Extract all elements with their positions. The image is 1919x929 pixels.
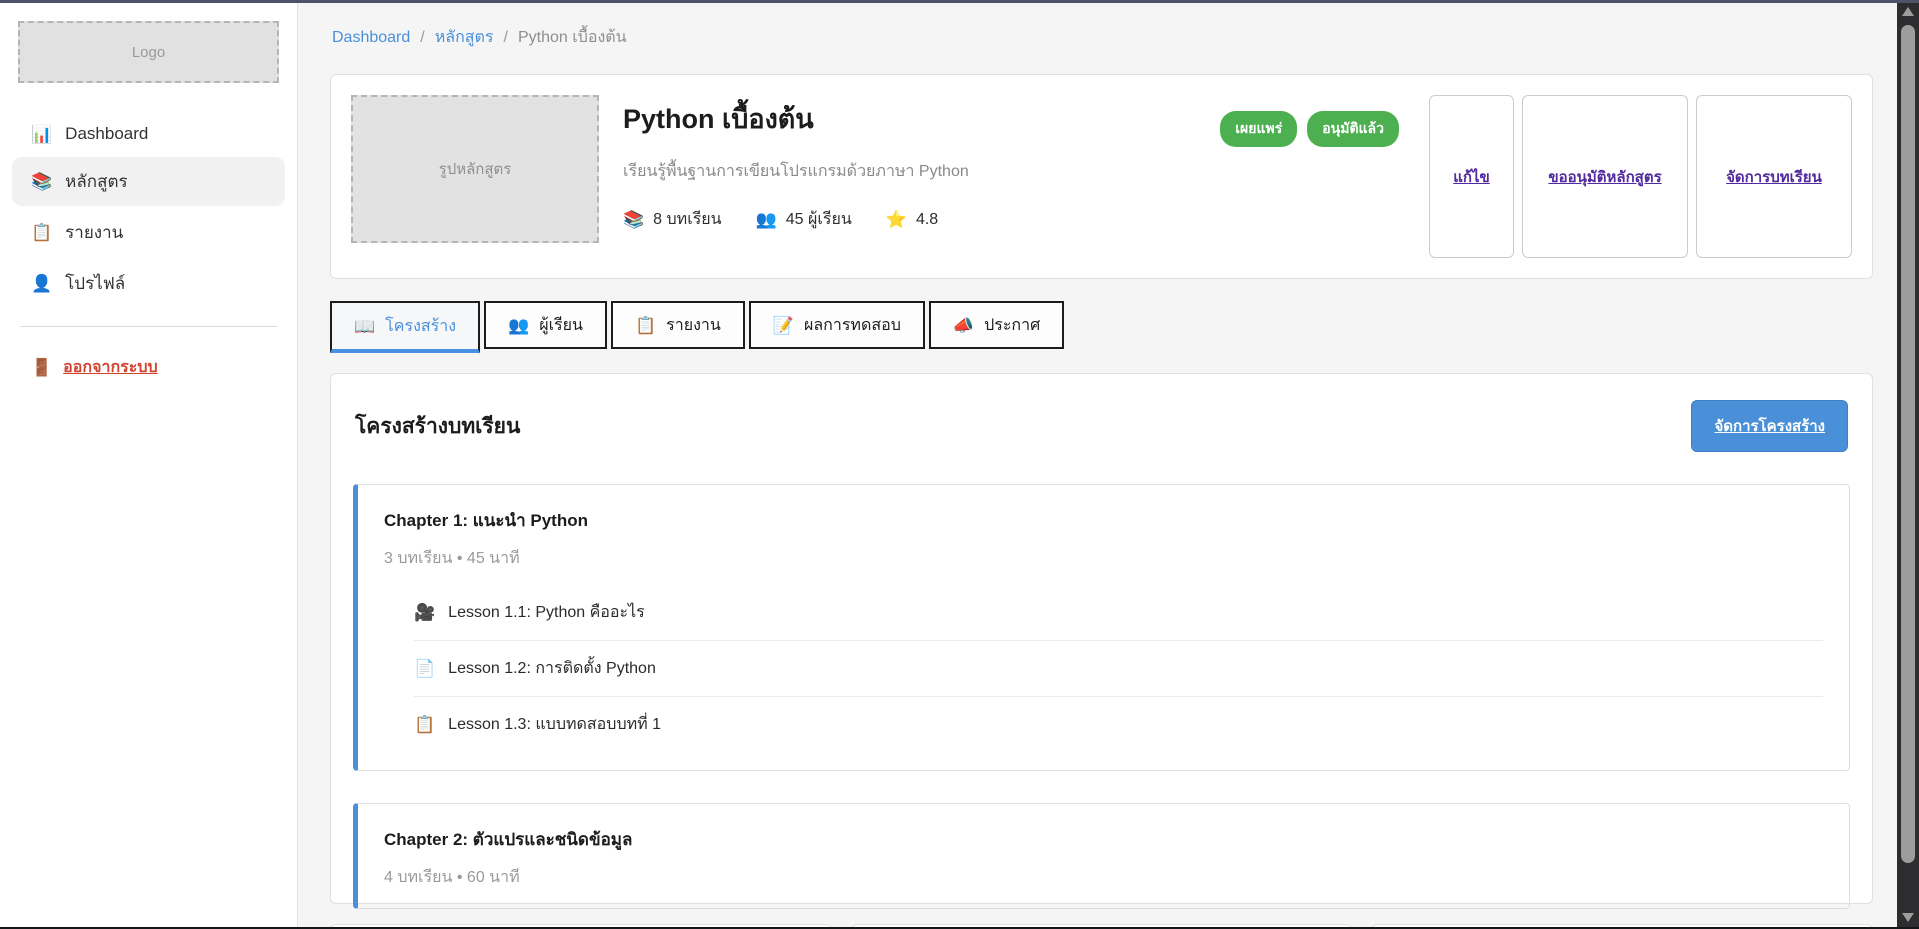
course-description: เรียนรู้พื้นฐานการเขียนโปรแกรมด้วยภาษา P…	[623, 159, 1196, 184]
app-root: Logo 📊 Dashboard 📚 หลักสูตร 📋 รายงาน 👤 โ…	[0, 0, 1919, 929]
stat-rating-text: 4.8	[916, 211, 938, 229]
logo-placeholder: Logo	[18, 21, 279, 83]
scroll-up-arrow-icon[interactable]	[1902, 7, 1914, 16]
tab-test-results-label: ผลการทดสอบ	[804, 313, 901, 338]
breadcrumb-separator: /	[504, 29, 508, 47]
breadcrumb: Dashboard / หลักสูตร / Python เบื้องต้น	[332, 25, 1873, 50]
course-actions: แก้ไข ขออนุมัติหลักสูตร จัดการบทเรียน	[1429, 95, 1852, 258]
logout-link[interactable]: 🚪 ออกจากระบบ	[12, 345, 285, 390]
star-icon: ⭐	[886, 211, 907, 228]
clipboard-icon: 📋	[635, 317, 656, 334]
vertical-scrollbar[interactable]	[1897, 0, 1919, 929]
stat-lessons-text: 8 บทเรียน	[653, 207, 721, 232]
tab-announcements-label: ประกาศ	[984, 313, 1040, 338]
edit-course-label: แก้ไข	[1453, 165, 1490, 189]
tab-structure[interactable]: 📖 โครงสร้าง	[330, 301, 480, 353]
memo-pencil-icon: 📝	[773, 317, 794, 334]
sidebar-item-label: Dashboard	[65, 124, 148, 144]
window-top-edge	[0, 0, 1919, 3]
chapter-title: Chapter 2: ตัวแปรและชนิดข้อมูล	[384, 826, 1823, 853]
structure-panel-header: โครงสร้างบทเรียน จัดการโครงสร้าง	[353, 400, 1850, 452]
breadcrumb-link-dashboard[interactable]: Dashboard	[332, 29, 410, 47]
course-tabs: 📖 โครงสร้าง 👥 ผู้เรียน 📋 รายงาน 📝 ผลการท…	[330, 301, 1873, 353]
stat-students: 👥 45 ผู้เรียน	[756, 207, 852, 232]
chapter-card-1: Chapter 1: แนะนำ Python 3 บทเรียน • 45 น…	[353, 484, 1850, 771]
chapter-title: Chapter 1: แนะนำ Python	[384, 507, 1823, 534]
manage-lessons-label: จัดการบทเรียน	[1726, 165, 1822, 189]
breadcrumb-link-courses[interactable]: หลักสูตร	[435, 25, 494, 50]
status-badge-approved: อนุมัติแล้ว	[1307, 111, 1399, 147]
lesson-list: 🎥 Lesson 1.1: Python คืออะไร 📄 Lesson 1.…	[414, 585, 1823, 752]
door-icon: 🚪	[31, 359, 52, 376]
main-content: Dashboard / หลักสูตร / Python เบื้องต้น …	[298, 0, 1897, 929]
sidebar-item-courses[interactable]: 📚 หลักสูตร	[12, 157, 285, 206]
logo-label: Logo	[132, 44, 165, 61]
sidebar-item-label: รายงาน	[65, 219, 123, 246]
bar-chart-icon: 📊	[31, 126, 52, 143]
clipboard-icon: 📋	[31, 224, 52, 241]
request-approval-label: ขออนุมัติหลักสูตร	[1548, 165, 1661, 189]
sidebar-item-profile[interactable]: 👤 โปรไฟล์	[12, 259, 285, 308]
sidebar-item-label: โปรไฟล์	[65, 270, 125, 297]
tab-students-label: ผู้เรียน	[539, 313, 583, 338]
clipboard-icon: 📋	[414, 716, 435, 733]
edit-course-button[interactable]: แก้ไข	[1429, 95, 1514, 258]
megaphone-icon: 📣	[953, 317, 974, 334]
course-header-card: รูปหลักสูตร Python เบื้องต้น เรียนรู้พื้…	[330, 74, 1873, 279]
request-approval-button[interactable]: ขออนุมัติหลักสูตร	[1522, 95, 1688, 258]
person-icon: 👤	[31, 275, 52, 292]
lesson-row: 📋 Lesson 1.3: แบบทดสอบบทที่ 1	[414, 696, 1823, 752]
scrollbar-thumb[interactable]	[1901, 25, 1915, 863]
course-info: Python เบื้องต้น เรียนรู้พื้นฐานการเขียน…	[623, 95, 1196, 232]
structure-panel: โครงสร้างบทเรียน จัดการโครงสร้าง Chapter…	[330, 373, 1873, 904]
lesson-row: 🎥 Lesson 1.1: Python คืออะไร	[414, 585, 1823, 640]
sidebar-nav: 📊 Dashboard 📚 หลักสูตร 📋 รายงาน 👤 โปรไฟล…	[12, 113, 285, 308]
status-badges: เผยแพร่ อนุมัติแล้ว	[1220, 111, 1399, 147]
stat-students-text: 45 ผู้เรียน	[786, 207, 852, 232]
course-image-placeholder: รูปหลักสูตร	[351, 95, 599, 243]
document-icon: 📄	[414, 660, 435, 677]
sidebar-item-label: หลักสูตร	[65, 168, 127, 195]
tab-reports[interactable]: 📋 รายงาน	[611, 301, 745, 349]
sidebar-item-reports[interactable]: 📋 รายงาน	[12, 208, 285, 257]
tab-reports-label: รายงาน	[666, 313, 721, 338]
stat-rating: ⭐ 4.8	[886, 211, 938, 229]
manage-structure-button[interactable]: จัดการโครงสร้าง	[1691, 400, 1848, 452]
sidebar-divider	[20, 326, 277, 327]
chapter-meta: 3 บทเรียน • 45 นาที	[384, 546, 1823, 571]
structure-heading: โครงสร้างบทเรียน	[355, 410, 520, 443]
course-title: Python เบื้องต้น	[623, 97, 1196, 140]
stat-lessons: 📚 8 บทเรียน	[623, 207, 722, 232]
users-icon: 👥	[508, 317, 529, 334]
tab-students[interactable]: 👥 ผู้เรียน	[484, 301, 607, 349]
breadcrumb-current: Python เบื้องต้น	[518, 25, 627, 50]
chapter-meta: 4 บทเรียน • 60 นาที	[384, 865, 1823, 890]
lesson-title: Lesson 1.3: แบบทดสอบบทที่ 1	[448, 712, 661, 737]
manage-lessons-button[interactable]: จัดการบทเรียน	[1696, 95, 1852, 258]
lesson-row: 📄 Lesson 1.2: การติดตั้ง Python	[414, 640, 1823, 696]
scroll-down-arrow-icon[interactable]	[1902, 913, 1914, 922]
tab-structure-label: โครงสร้าง	[385, 314, 456, 339]
video-camera-icon: 🎥	[414, 604, 435, 621]
tab-announcements[interactable]: 📣 ประกาศ	[929, 301, 1064, 349]
course-image-label: รูปหลักสูตร	[439, 157, 512, 181]
tab-test-results[interactable]: 📝 ผลการทดสอบ	[749, 301, 925, 349]
sidebar: Logo 📊 Dashboard 📚 หลักสูตร 📋 รายงาน 👤 โ…	[0, 0, 298, 929]
breadcrumb-separator: /	[420, 29, 424, 47]
status-badge-published: เผยแพร่	[1220, 111, 1297, 147]
course-stats: 📚 8 บทเรียน 👥 45 ผู้เรียน ⭐ 4.8	[623, 207, 1196, 232]
lesson-title: Lesson 1.1: Python คืออะไร	[448, 600, 645, 625]
users-icon: 👥	[756, 211, 777, 228]
logout-label: ออกจากระบบ	[63, 355, 157, 380]
sidebar-item-dashboard[interactable]: 📊 Dashboard	[12, 113, 285, 155]
lesson-title: Lesson 1.2: การติดตั้ง Python	[448, 656, 656, 681]
books-icon: 📚	[31, 173, 52, 190]
books-icon: 📚	[623, 211, 644, 228]
open-book-icon: 📖	[354, 318, 375, 335]
chapter-card-2: Chapter 2: ตัวแปรและชนิดข้อมูล 4 บทเรียน…	[353, 803, 1850, 909]
